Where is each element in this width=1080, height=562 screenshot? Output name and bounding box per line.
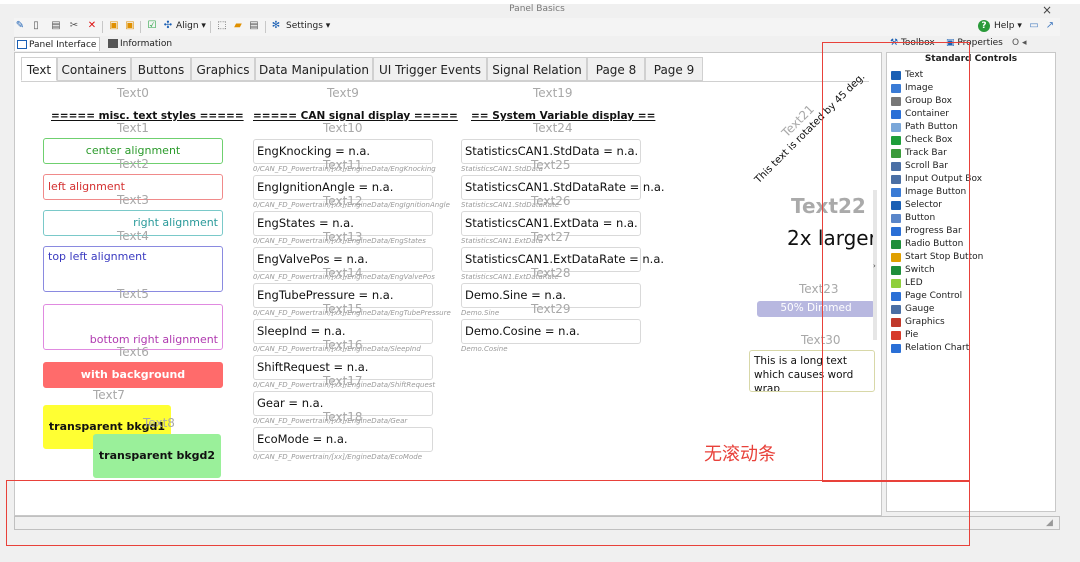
- tab-signal-relation[interactable]: Signal Relation: [487, 57, 587, 81]
- text-label: Text16: [323, 338, 363, 352]
- window-icon: [17, 40, 27, 49]
- tab-page-9[interactable]: Page 9: [645, 57, 703, 81]
- toolbar-separator: [210, 21, 211, 33]
- tab-panel-interface-label: Panel Interface: [29, 40, 97, 50]
- cut-icon[interactable]: ✂: [68, 20, 80, 32]
- bottom-right-alignment-box[interactable]: bottom right alignment: [43, 304, 223, 350]
- tab-containers[interactable]: Containers: [57, 57, 131, 81]
- top-left-alignment-box[interactable]: top left alignment: [43, 246, 223, 292]
- monitor-icon[interactable]: ▭: [1028, 20, 1040, 32]
- signal-path-text: 0/CAN_FD_Powertrain/[xx]/EngineData/EcoM…: [253, 453, 423, 461]
- text10-label: Text10: [323, 121, 363, 135]
- text8-label: Text8: [143, 416, 175, 430]
- text-label: Text25: [531, 158, 571, 172]
- text-label: Text28: [531, 266, 571, 280]
- annotation-box-bottom: [6, 480, 970, 546]
- toolbar-separator: [102, 21, 103, 33]
- help-icon[interactable]: ?: [978, 20, 990, 32]
- transparent-bkgd2-box[interactable]: transparent bkgd2: [93, 434, 221, 478]
- settings-dropdown[interactable]: Settings ▾: [286, 21, 330, 31]
- text4-label: Text4: [117, 229, 149, 243]
- text24-label: Text24: [533, 121, 573, 135]
- edit-pen-icon[interactable]: ✎: [14, 20, 26, 32]
- panel-content: Text0 ===== misc. text styles ===== Text…: [21, 71, 877, 481]
- text-label: Text29: [531, 302, 571, 316]
- tab-data-manipulation[interactable]: Data Manipulation: [255, 57, 373, 81]
- tab-more[interactable]: O ◂: [1012, 38, 1026, 48]
- text-label: Text12: [323, 194, 363, 208]
- tab-text[interactable]: Text: [21, 57, 57, 81]
- tab-ui-trigger-events[interactable]: UI Trigger Events: [373, 57, 487, 81]
- text-label: Text15: [323, 302, 363, 316]
- annotation-note: 无滚动条: [704, 444, 776, 465]
- bring-front-icon[interactable]: ▣: [108, 20, 120, 32]
- signal-value-box[interactable]: EcoMode = n.a.: [253, 427, 433, 452]
- text-label: Text14: [323, 266, 363, 280]
- with-background-box[interactable]: with background: [43, 362, 223, 388]
- signal-path-text: Demo.Sine: [461, 309, 500, 317]
- align-dropdown[interactable]: Align ▾: [176, 21, 206, 31]
- window-title: Panel Basics: [509, 4, 565, 14]
- tab-page-8[interactable]: Page 8: [587, 57, 645, 81]
- toolbar-separator: [140, 21, 141, 33]
- gear-icon[interactable]: ✻: [270, 20, 282, 32]
- toolbar: ✎ ▯ ▤ ✂ ✕ ▣ ▣ ☑ ✣ Align ▾ ⬚ ▰ ▤ ✻ Settin…: [14, 18, 1060, 36]
- align-icon[interactable]: ✣: [162, 20, 174, 32]
- tab-panel-interface[interactable]: Panel Interface: [14, 37, 101, 51]
- text9-label: Text9: [327, 86, 359, 100]
- tab-information[interactable]: Information: [106, 37, 172, 51]
- text-label: Text17: [323, 374, 363, 388]
- export-icon[interactable]: ▤: [248, 20, 260, 32]
- text0-label: Text0: [117, 86, 149, 100]
- resize-grip-icon[interactable]: ◢: [1046, 518, 1058, 529]
- text1-label: Text1: [117, 121, 149, 135]
- text6-label: Text6: [117, 345, 149, 359]
- information-icon: [108, 39, 118, 48]
- text-label: Text27: [531, 230, 571, 244]
- view-tabs: Panel Interface Information: [14, 36, 314, 52]
- annotation-box-right: [822, 42, 970, 482]
- open-folder-icon[interactable]: ▰: [232, 20, 244, 32]
- tab-graphics[interactable]: Graphics: [191, 57, 255, 81]
- new-file-icon[interactable]: ▯: [30, 20, 42, 32]
- text-label: Text13: [323, 230, 363, 244]
- external-link-icon[interactable]: ↗: [1044, 20, 1056, 32]
- text3-label: Text3: [117, 193, 149, 207]
- text-label: Text18: [323, 410, 363, 424]
- tab-buttons[interactable]: Buttons: [131, 57, 191, 81]
- text19-label: Text19: [533, 86, 573, 100]
- check-icon[interactable]: ☑: [146, 20, 158, 32]
- signal-path-text: Demo.Cosine: [461, 345, 508, 353]
- send-back-icon[interactable]: ▣: [124, 20, 136, 32]
- text7-label: Text7: [93, 388, 125, 402]
- signal-value-box[interactable]: Demo.Cosine = n.a.: [461, 319, 641, 344]
- text-label: Text11: [323, 158, 363, 172]
- toolbar-separator: [265, 21, 266, 33]
- close-button[interactable]: ×: [1040, 3, 1054, 17]
- help-dropdown[interactable]: Help ▾: [994, 21, 1022, 31]
- text2-label: Text2: [117, 157, 149, 171]
- paste-icon[interactable]: ▤: [50, 20, 62, 32]
- select-region-icon[interactable]: ⬚: [216, 20, 228, 32]
- delete-icon[interactable]: ✕: [86, 20, 98, 32]
- text-label: Text26: [531, 194, 571, 208]
- tab-information-label: Information: [120, 39, 173, 49]
- text5-label: Text5: [117, 287, 149, 301]
